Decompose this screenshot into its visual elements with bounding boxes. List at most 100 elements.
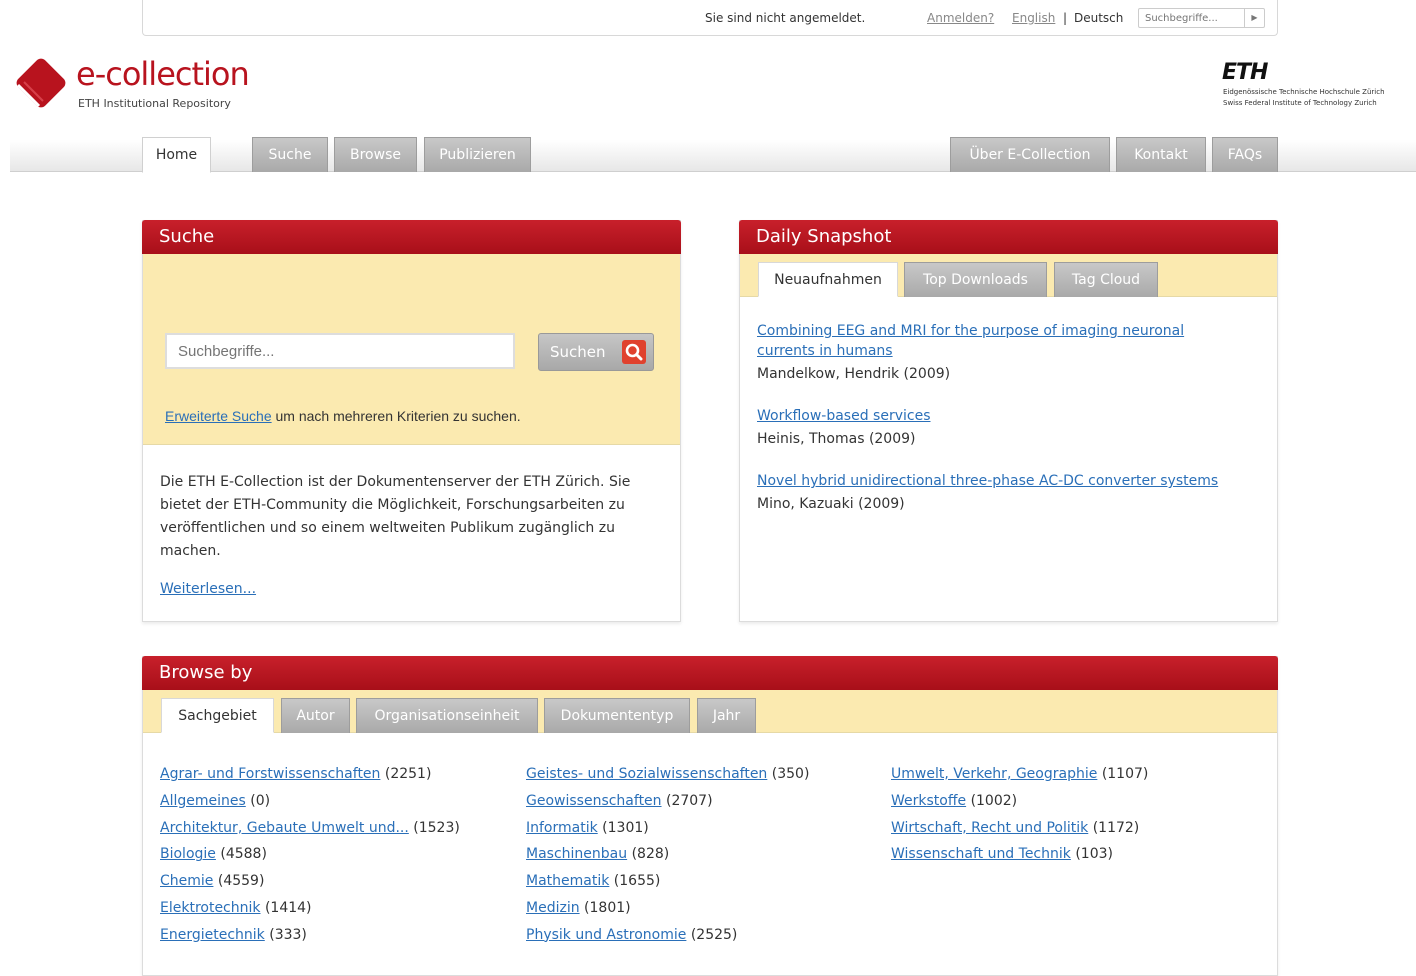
subject-count: (103) xyxy=(1075,846,1113,863)
list-item: Wissenschaft und Technik (103) xyxy=(891,841,1148,868)
subject-count: (1107) xyxy=(1101,766,1149,782)
nav-kontakt[interactable]: Kontakt xyxy=(1116,137,1206,172)
language-english-link[interactable]: English xyxy=(1012,11,1055,25)
nav-home[interactable]: Home xyxy=(142,137,211,173)
subject-count: (1523) xyxy=(413,819,460,836)
list-item: Chemie (4559) xyxy=(160,868,460,895)
nav-publizieren[interactable]: Publizieren xyxy=(424,137,531,172)
tab-neuaufnahmen[interactable]: Neuaufnahmen xyxy=(758,262,898,297)
search-panel-title: Suche xyxy=(142,220,681,254)
triangle-right-icon[interactable]: ▶ xyxy=(1244,9,1264,27)
top-bar: Sie sind nicht angemeldet. Anmelden? Eng… xyxy=(142,0,1278,36)
list-item: Medizin (1801) xyxy=(526,895,809,922)
advanced-search-link[interactable]: Erweiterte Suche xyxy=(165,408,272,424)
subject-link[interactable]: Chemie xyxy=(160,873,213,889)
tab-tag-cloud[interactable]: Tag Cloud xyxy=(1054,262,1158,297)
list-item: Physik und Astronomie (2525) xyxy=(526,922,809,949)
snapshot-item-title[interactable]: Combining EEG and MRI for the purpose of… xyxy=(757,323,1184,359)
snapshot-item-title[interactable]: Workflow-based services xyxy=(757,408,931,424)
subject-link[interactable]: Werkstoffe xyxy=(891,793,966,809)
browse-tabbar: Sachgebiet Autor Organisationseinheit Do… xyxy=(143,690,1277,733)
subject-link[interactable]: Maschinenbau xyxy=(526,846,627,862)
subject-link[interactable]: Geistes- und Sozialwissenschaften xyxy=(526,766,767,782)
language-deutsch[interactable]: Deutsch xyxy=(1074,11,1123,25)
tab-jahr[interactable]: Jahr xyxy=(697,698,756,733)
login-status: Sie sind nicht angemeldet. xyxy=(705,11,866,25)
tab-organisationseinheit[interactable]: Organisationseinheit xyxy=(356,698,538,733)
nav-ueber[interactable]: Über E-Collection xyxy=(950,137,1110,172)
snapshot-panel-title: Daily Snapshot xyxy=(739,220,1278,254)
list-item: Combining EEG and MRI for the purpose of… xyxy=(757,321,1237,384)
list-item: Agrar- und Forstwissenschaften (2251) xyxy=(160,761,460,788)
subject-link[interactable]: Physik und Astronomie xyxy=(526,927,686,943)
list-item: Biologie (4588) xyxy=(160,841,460,868)
search-button-label: Suchen xyxy=(550,343,606,361)
search-form-area: Suchen Erweiterte Suche um nach mehreren… xyxy=(143,254,680,445)
eth-logo[interactable]: ETH xyxy=(1222,60,1268,85)
tab-sachgebiet[interactable]: Sachgebiet xyxy=(161,698,274,733)
eth-name-english: Swiss Federal Institute of Technology Zu… xyxy=(1223,99,1377,107)
tab-autor[interactable]: Autor xyxy=(281,698,350,733)
subject-count: (2525) xyxy=(690,926,738,943)
subject-link[interactable]: Allgemeines xyxy=(160,793,246,809)
subject-count: (828) xyxy=(631,846,670,863)
subject-count: (0) xyxy=(250,792,271,809)
search-input[interactable] xyxy=(165,333,515,369)
subject-count: (2251) xyxy=(384,766,432,782)
list-item: Novel hybrid unidirectional three-phase … xyxy=(757,471,1237,514)
snapshot-item-author: Mandelkow, Hendrik (2009) xyxy=(757,366,951,382)
subject-count: (1172) xyxy=(1092,819,1140,836)
snapshot-item-author: Mino, Kazuaki (2009) xyxy=(757,496,905,512)
subject-link[interactable]: Biologie xyxy=(160,846,216,862)
tab-dokumententyp[interactable]: Dokumententyp xyxy=(544,698,690,733)
read-more-link[interactable]: Weiterlesen... xyxy=(160,581,256,597)
list-item: Umwelt, Verkehr, Geographie (1107) xyxy=(891,761,1148,788)
browse-column-1: Agrar- und Forstwissenschaften (2251) Al… xyxy=(160,761,460,949)
tab-top-downloads[interactable]: Top Downloads xyxy=(904,262,1047,297)
daily-snapshot-panel: Daily Snapshot Neuaufnahmen Top Download… xyxy=(739,220,1278,622)
subject-link[interactable]: Elektrotechnik xyxy=(160,900,261,916)
subject-count: (1301) xyxy=(602,819,649,836)
subject-link[interactable]: Mathematik xyxy=(526,873,609,889)
snapshot-item-title[interactable]: Novel hybrid unidirectional three-phase … xyxy=(757,473,1218,489)
subject-link[interactable]: Energietechnik xyxy=(160,927,265,943)
browse-column-3: Umwelt, Verkehr, Geographie (1107) Werks… xyxy=(891,761,1148,868)
snapshot-item-author: Heinis, Thomas (2009) xyxy=(757,431,916,447)
list-item: Energietechnik (333) xyxy=(160,922,460,949)
nav-browse[interactable]: Browse xyxy=(334,137,417,172)
list-item: Mathematik (1655) xyxy=(526,868,809,895)
subject-link[interactable]: Informatik xyxy=(526,820,598,836)
list-item: Wirtschaft, Recht und Politik (1172) xyxy=(891,815,1148,842)
site-title[interactable]: e-collection xyxy=(76,56,250,92)
subject-count: (1414) xyxy=(264,899,312,916)
subject-count: (1655) xyxy=(613,873,661,890)
subject-link[interactable]: Umwelt, Verkehr, Geographie xyxy=(891,766,1097,782)
e-collection-logo-icon[interactable] xyxy=(10,52,72,118)
subject-link[interactable]: Architektur, Gebaute Umwelt und... xyxy=(160,820,409,836)
advanced-search-row: Erweiterte Suche um nach mehreren Kriter… xyxy=(165,408,521,424)
search-icon xyxy=(622,340,646,364)
search-button[interactable]: Suchen xyxy=(538,333,654,371)
language-separator: | xyxy=(1063,11,1068,25)
list-item: Allgemeines (0) xyxy=(160,788,460,815)
subject-link[interactable]: Geowissenschaften xyxy=(526,793,662,809)
subject-link[interactable]: Agrar- und Forstwissenschaften xyxy=(160,766,380,782)
nav-faqs[interactable]: FAQs xyxy=(1212,137,1278,172)
subject-link[interactable]: Medizin xyxy=(526,900,580,916)
about-text: Die ETH E-Collection ist der Dokumentens… xyxy=(160,474,631,559)
subject-link[interactable]: Wirtschaft, Recht und Politik xyxy=(891,820,1088,836)
subject-count: (4559) xyxy=(217,873,265,890)
subject-count: (1801) xyxy=(584,899,631,916)
top-search-input[interactable] xyxy=(1139,9,1245,27)
list-item: Informatik (1301) xyxy=(526,815,809,842)
list-item: Geowissenschaften (2707) xyxy=(526,788,809,815)
advanced-search-text: um nach mehreren Kriterien zu suchen. xyxy=(271,408,521,424)
nav-suche[interactable]: Suche xyxy=(252,137,328,172)
browse-column-2: Geistes- und Sozialwissenschaften (350) … xyxy=(526,761,809,949)
login-link[interactable]: Anmelden? xyxy=(927,11,994,25)
top-search-box: ▶ xyxy=(1138,8,1265,28)
subject-link[interactable]: Wissenschaft und Technik xyxy=(891,846,1071,862)
list-item: Maschinenbau (828) xyxy=(526,841,809,868)
search-panel: Suche Suchen Erweiterte Suche um nach me… xyxy=(142,220,681,622)
eth-name-german: Eidgenössische Technische Hochschule Zür… xyxy=(1223,88,1385,96)
